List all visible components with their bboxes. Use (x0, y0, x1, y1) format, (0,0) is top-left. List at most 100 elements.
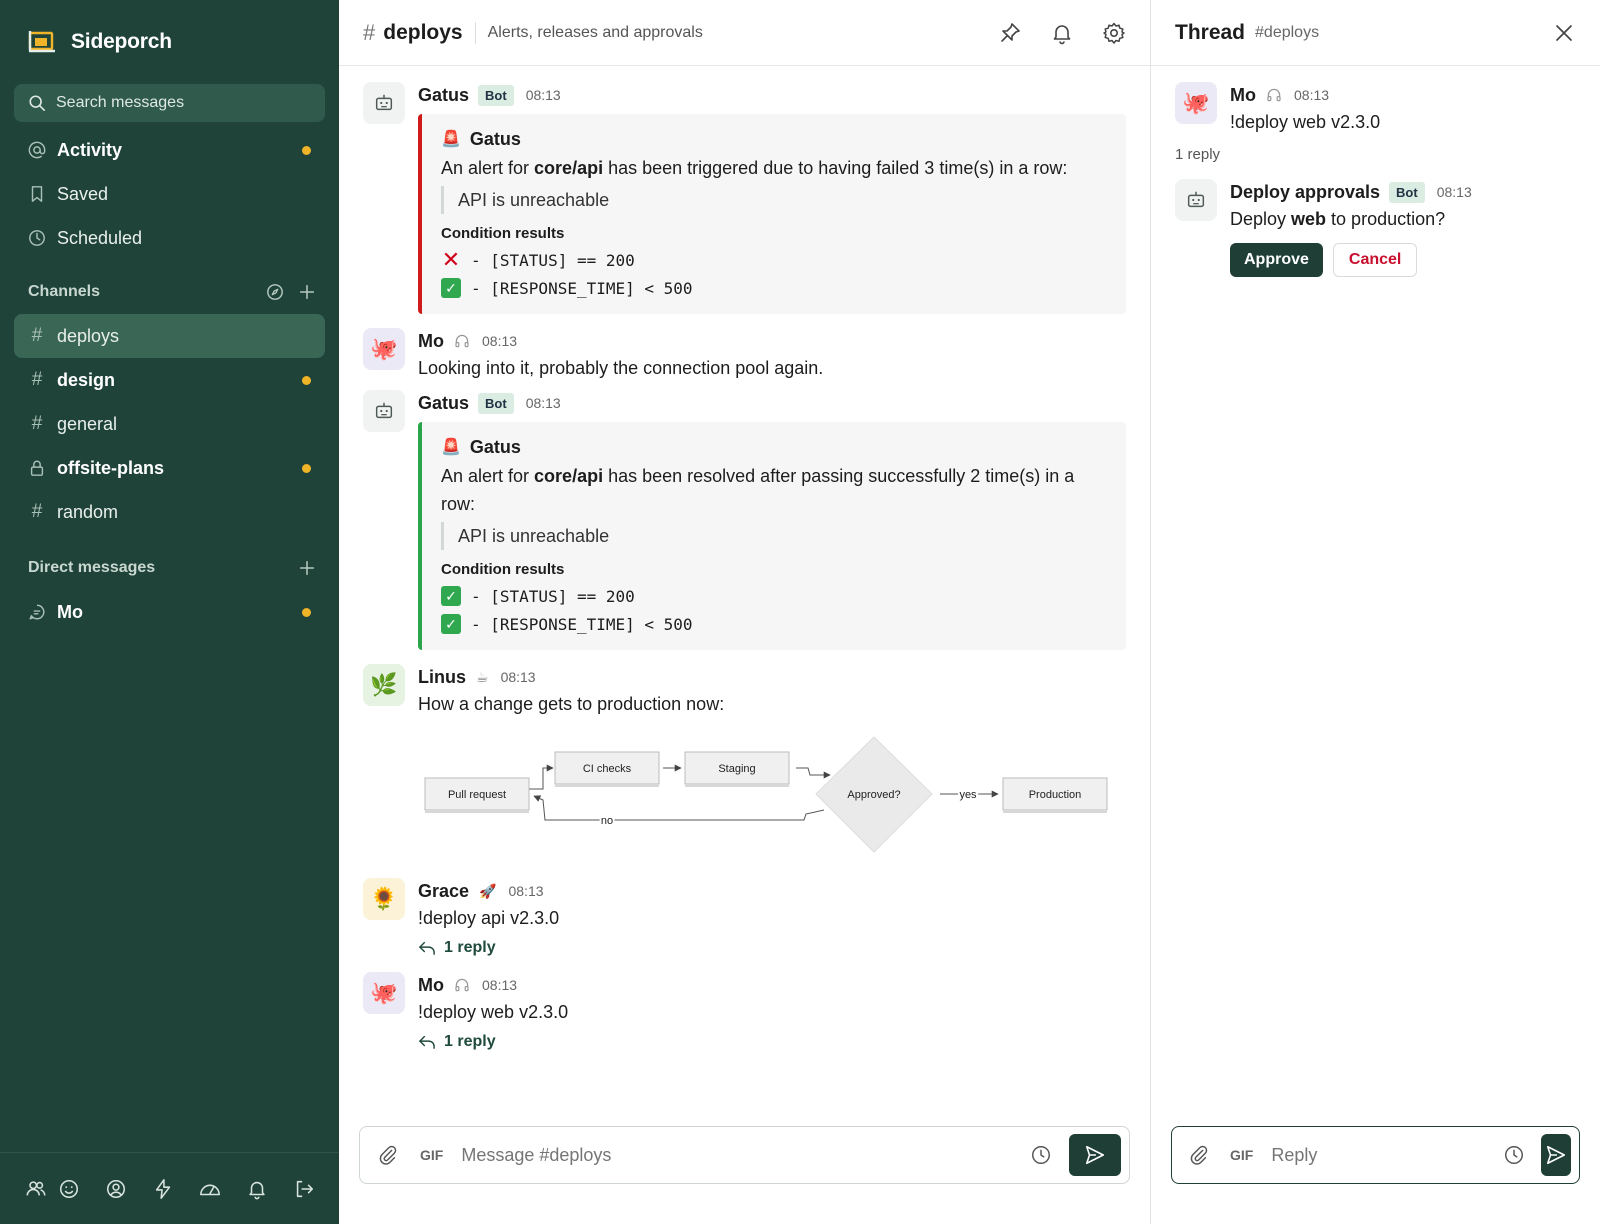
search-input[interactable]: Search messages (14, 84, 325, 122)
message-author[interactable]: Mo (1230, 85, 1256, 106)
close-icon[interactable] (1552, 21, 1576, 45)
dashboard-gauge-icon[interactable] (198, 1177, 222, 1201)
add-channel-plus-icon[interactable] (295, 280, 319, 304)
bot-badge: Bot (1389, 181, 1425, 203)
message-author[interactable]: Mo (418, 975, 444, 996)
channel-hash-icon: # (363, 19, 376, 45)
message-time: 08:13 (482, 333, 518, 349)
settings-gear-icon[interactable] (1102, 21, 1126, 45)
sunflower-avatar-icon[interactable]: 🌻 (363, 878, 405, 920)
lightning-icon[interactable] (151, 1177, 175, 1201)
unread-dot (302, 146, 311, 155)
message-text: !deploy web v2.3.0 (418, 1002, 569, 1022)
brand[interactable]: Sideporch (0, 0, 339, 84)
channel-item-deploys[interactable]: # deploys (14, 314, 325, 358)
channel-item-label: random (57, 501, 119, 522)
profile-icon[interactable] (104, 1177, 128, 1201)
attach-paperclip-icon[interactable] (376, 1143, 400, 1167)
message-input[interactable] (461, 1144, 1029, 1166)
thread-reply-link[interactable]: 1 reply (418, 932, 1126, 964)
sideporch-logo-icon (28, 31, 55, 53)
conditions-header: Condition results (441, 225, 565, 242)
message-author[interactable]: Gatus (418, 393, 469, 414)
message-time: 08:13 (1436, 184, 1472, 200)
thread-channel[interactable]: #deploys (1255, 24, 1319, 42)
send-button[interactable] (1069, 1134, 1121, 1176)
message-author[interactable]: Deploy approvals (1230, 182, 1380, 203)
message-author[interactable]: Mo (418, 331, 444, 352)
thread-panel: Thread #deploys 🐙 Mo 08:13 !deploy web v… (1151, 0, 1600, 1224)
svg-text:CI checks: CI checks (583, 763, 632, 775)
siren-icon: 🚨 (441, 131, 461, 148)
unread-dot (302, 608, 311, 617)
hash-icon: # (31, 413, 43, 434)
channel-view: # deploys Alerts, releases and approvals… (339, 0, 1151, 1224)
approve-button[interactable]: Approve (1230, 243, 1323, 277)
message: 🌿 Linus ☕ 08:13 How a change gets to pro… (363, 664, 1126, 862)
nav-item-saved[interactable]: Saved (14, 172, 325, 216)
browse-channels-compass-icon[interactable] (263, 280, 287, 304)
condition-row: ✓ - [STATUS] == 200 (441, 582, 1104, 610)
headphones-status-icon (454, 333, 470, 349)
logout-icon[interactable] (292, 1177, 316, 1201)
diagram-node-approved: Approved? (815, 736, 933, 853)
people-icon[interactable] (24, 1177, 48, 1201)
channel-item-label: deploys (57, 325, 120, 346)
message-time: 08:13 (508, 883, 544, 899)
send-button[interactable] (1541, 1134, 1571, 1176)
clock-icon (28, 229, 46, 247)
add-dm-plus-icon[interactable] (295, 556, 319, 580)
smiley-icon[interactable] (57, 1177, 81, 1201)
schedule-clock-icon[interactable] (1503, 1143, 1525, 1167)
condition-row: ✓ - [RESPONSE_TIME] < 500 (441, 610, 1104, 638)
gif-button[interactable]: GIF (1230, 1147, 1253, 1163)
nav-item-scheduled[interactable]: Scheduled (14, 216, 325, 260)
message-author[interactable]: Gatus (418, 85, 469, 106)
thread-body: 🐙 Mo 08:13 !deploy web v2.3.0 1 reply De… (1151, 66, 1600, 277)
bot-avatar-icon[interactable] (363, 82, 405, 124)
message-author[interactable]: Grace (418, 881, 469, 902)
message: 🐙 Mo 08:13 !deploy web v2.3.0 1 reply (363, 972, 1126, 1058)
diagram-edge-no: no (601, 815, 613, 827)
card-title: Gatus (469, 436, 521, 457)
reply-composer: GIF (1171, 1126, 1580, 1184)
card-title: Gatus (469, 128, 521, 149)
octopus-avatar-icon[interactable]: 🐙 (363, 328, 405, 370)
pin-icon[interactable] (998, 21, 1022, 45)
card-quote: API is unreachable (441, 186, 1104, 214)
message-text: Deploy web to production? (1230, 209, 1446, 229)
channel-item-label: design (57, 369, 116, 390)
octopus-avatar-icon[interactable]: 🐙 (363, 972, 405, 1014)
channel-item-offsite-plans[interactable]: offsite-plans (14, 446, 325, 490)
thread-reply-link[interactable]: 1 reply (418, 1026, 1126, 1058)
check-mark-icon: ✓ (441, 614, 461, 634)
reply-input[interactable] (1271, 1144, 1504, 1166)
message-time: 08:13 (482, 977, 518, 993)
dm-item-label: Mo (57, 601, 83, 622)
channel-item-design[interactable]: # design (14, 358, 325, 402)
thread-reply: Deploy approvals Bot 08:13 Deploy web to… (1175, 179, 1576, 277)
thread-header: Thread #deploys (1151, 0, 1600, 66)
message-author[interactable]: Linus (418, 667, 466, 688)
schedule-clock-icon[interactable] (1029, 1143, 1053, 1167)
gif-button[interactable]: GIF (420, 1147, 443, 1163)
nav-item-activity[interactable]: Activity (14, 128, 325, 172)
channel-item-random[interactable]: # random (14, 490, 325, 534)
approval-actions: Approve Cancel (1230, 243, 1576, 277)
send-icon (1547, 1145, 1566, 1165)
send-icon (1085, 1145, 1105, 1165)
notifications-bell-icon[interactable] (245, 1177, 269, 1201)
svg-text:Approved?: Approved? (847, 789, 900, 801)
bot-avatar-icon[interactable] (363, 390, 405, 432)
attach-paperclip-icon[interactable] (1188, 1143, 1210, 1167)
cancel-button[interactable]: Cancel (1332, 243, 1418, 277)
octopus-avatar-icon[interactable]: 🐙 (1175, 82, 1217, 124)
message-text: How a change gets to production now: (418, 694, 725, 714)
card-quote: API is unreachable (441, 522, 1104, 550)
flow-diagram: Pull request CI checks Staging Approved?… (424, 736, 1108, 853)
bot-avatar-icon[interactable] (1175, 179, 1217, 221)
bell-icon[interactable] (1050, 21, 1074, 45)
herb-avatar-icon[interactable]: 🌿 (363, 664, 405, 706)
channel-item-general[interactable]: # general (14, 402, 325, 446)
dm-item-mo[interactable]: Mo (14, 590, 325, 634)
